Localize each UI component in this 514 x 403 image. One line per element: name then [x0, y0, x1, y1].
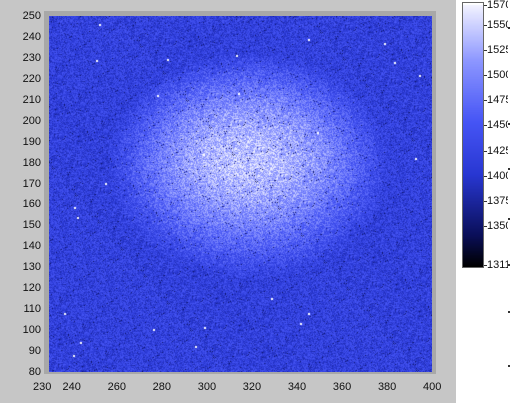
colorbar-tick [484, 225, 487, 227]
edge-mark [508, 218, 510, 220]
colorbar-gradient [463, 3, 483, 267]
y-tick-label: 150 [22, 219, 41, 232]
y-tick-label: 120 [22, 282, 41, 295]
y-tick-label: 170 [22, 177, 41, 190]
x-tick-label: 260 [107, 381, 126, 393]
y-tick-label: 210 [22, 93, 41, 106]
x-tick-label: 320 [242, 381, 262, 393]
edge-mark [508, 264, 510, 266]
x-tick-label: 240 [62, 381, 81, 393]
colorbar-tick [484, 75, 487, 77]
intensity-image[interactable] [49, 16, 432, 372]
colorbar-tick [484, 100, 487, 102]
x-tick-label: 280 [152, 381, 171, 393]
x-tick-label: 360 [332, 381, 352, 393]
x-tick-label: 300 [197, 381, 217, 393]
colorbar-tick [484, 50, 487, 52]
y-tick-label: 90 [28, 345, 41, 358]
colorbar-tick [484, 150, 487, 152]
colorbar[interactable] [462, 2, 484, 268]
intensity-image-canvas [49, 16, 432, 372]
y-tick-label: 100 [22, 324, 41, 337]
edge-mark [508, 27, 510, 29]
edge-mark [508, 365, 510, 367]
y-tick-label: 140 [22, 240, 41, 253]
y-tick-label: 220 [22, 72, 41, 85]
y-tick-label: 110 [23, 303, 41, 316]
colorbar-tick [484, 200, 487, 202]
colorbar-tick [484, 125, 487, 127]
y-tick-label: 240 [22, 30, 41, 43]
y-tick-label: 250 [22, 10, 41, 22]
colorbar-tick [484, 175, 487, 177]
y-tick-label: 80 [28, 366, 41, 378]
edge-mark [508, 311, 510, 313]
x-tick-label: 380 [377, 381, 397, 393]
y-tick-label: 180 [22, 156, 41, 169]
y-tick-label: 160 [22, 198, 41, 211]
x-tick-label: 230 [33, 381, 52, 393]
x-tick-label: 340 [287, 381, 307, 393]
y-tick-label: 200 [22, 114, 41, 127]
edge-mark [508, 123, 510, 125]
x-tick-label: 400 [423, 381, 442, 393]
y-tick-label: 230 [22, 51, 41, 64]
colorbar-tick [484, 25, 487, 27]
right-edge-strip [508, 0, 514, 403]
colorbar-tick [484, 265, 487, 266]
y-tick-label: 130 [22, 261, 41, 274]
y-tick-label: 190 [22, 135, 41, 148]
colorbar-tick [484, 5, 487, 6]
edge-mark [508, 168, 510, 170]
